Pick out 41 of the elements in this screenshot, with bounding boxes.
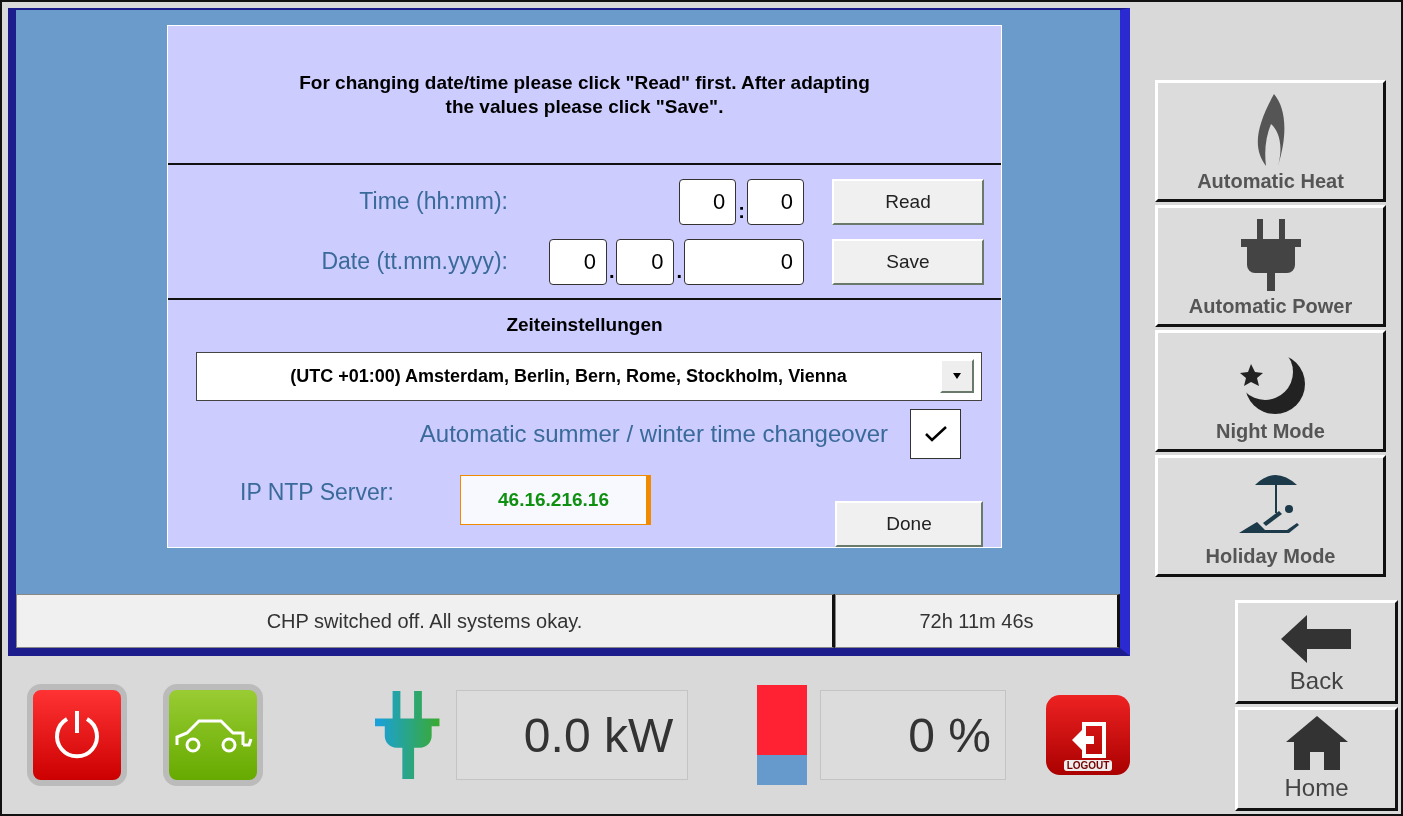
save-button[interactable]: Save [832,238,984,285]
back-button[interactable]: Back [1235,600,1398,704]
mode-button[interactable]: Automatic Power [1155,205,1386,327]
flame-icon [1255,94,1286,166]
field-label: IP NTP Server: [240,479,395,506]
home-icon [1285,716,1348,770]
plug-icon [375,690,440,780]
checkbox[interactable] [910,409,961,459]
mode-button[interactable]: Night Mode [1155,330,1386,452]
home-button[interactable]: Home [1235,707,1398,811]
ev-car-button[interactable] [163,684,263,786]
check-icon [924,426,947,442]
separator: : [738,199,745,224]
left-arrow-icon [1280,615,1353,663]
power-reading: 0.0 kW [456,690,689,780]
instruction-text: For changing date/time please click "Read" first. After adapting the values please click "Save". [298,70,871,119]
status-message: CHP switched off. All systems okay. [16,594,835,648]
separator: . [676,259,682,284]
field-label: Time (hh:mm): [358,188,508,216]
ntp-server-field[interactable]: 46.16.216.16 [460,475,651,525]
plug-icon [1240,219,1301,291]
field-label: Date (tt.mm.yyyy): [320,248,508,276]
separator: . [608,259,615,284]
time-field[interactable]: 0 [679,178,737,225]
mode-button[interactable]: Holiday Mode [1155,455,1386,577]
date-field[interactable]: 0 [548,238,607,285]
checkbox-label: Automatic summer / winter time changeover [418,420,888,448]
caret-icon [953,373,961,380]
logout-button[interactable]: LOGOUT [1046,695,1131,775]
read-button[interactable]: Read [832,178,984,225]
date-field[interactable]: 0 [684,238,804,285]
power-button[interactable] [27,684,127,786]
time-field[interactable]: 0 [747,178,804,225]
timezone-dropdown[interactable]: (UTC +01:00) Amsterdam, Berlin, Bern, Rome, Stockholm, Vienna [196,351,982,401]
runtime-counter: 72h 11m 46s [835,594,1120,648]
storage-reading: 0 % [820,690,1007,780]
date-field[interactable]: 0 [616,238,675,285]
section-title: Zeiteinstellungen [505,313,664,336]
mode-button[interactable]: Automatic Heat [1155,80,1386,202]
done-button[interactable]: Done [835,501,983,547]
door-arrow-icon [1070,722,1107,758]
